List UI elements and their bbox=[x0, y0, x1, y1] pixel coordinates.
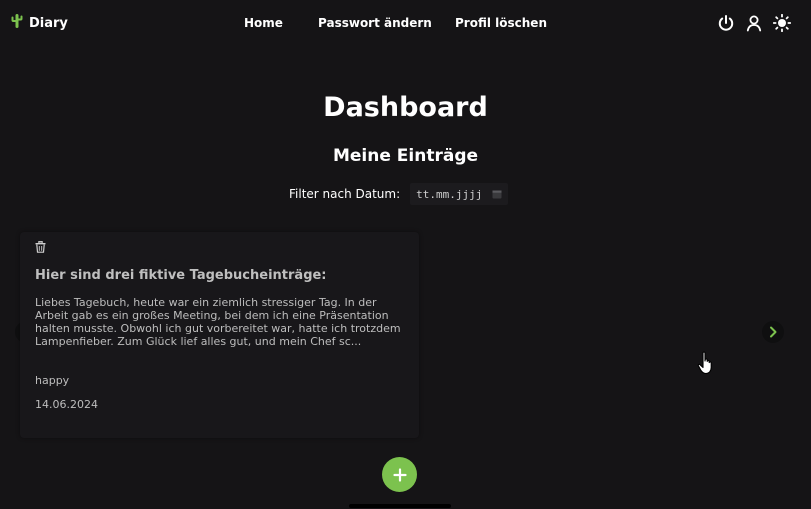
hand-cursor-icon bbox=[697, 351, 715, 379]
filter-label: Filter nach Datum: bbox=[289, 187, 401, 201]
date-filter-input[interactable]: tt.mm.jjjj bbox=[410, 183, 509, 205]
entry-card[interactable]: Hier sind drei fiktive Tagebucheinträge:… bbox=[20, 232, 419, 438]
carousel-next-button[interactable] bbox=[762, 321, 784, 343]
nav-home[interactable]: Home bbox=[244, 16, 283, 30]
nav-icon-group bbox=[717, 14, 791, 32]
brand-link[interactable]: Diary bbox=[10, 13, 68, 33]
power-icon[interactable] bbox=[717, 14, 735, 32]
trash-icon[interactable] bbox=[35, 241, 46, 253]
section-title: Meine Einträge bbox=[332, 146, 479, 166]
sun-icon[interactable] bbox=[773, 14, 791, 32]
calendar-icon[interactable] bbox=[492, 189, 502, 199]
add-entry-button[interactable] bbox=[382, 457, 417, 492]
plus-icon bbox=[392, 467, 407, 482]
brand-label: Diary bbox=[29, 15, 68, 31]
entry-mood: happy bbox=[35, 374, 70, 387]
cactus-icon bbox=[10, 13, 24, 33]
entry-date: 14.06.2024 bbox=[35, 398, 98, 411]
nav-change-password[interactable]: Passwort ändern bbox=[318, 16, 432, 30]
entry-body: Liebes Tagebuch, heute war ein ziemlich … bbox=[35, 296, 401, 348]
chevron-right-icon bbox=[768, 326, 778, 338]
entry-title: Hier sind drei fiktive Tagebucheinträge: bbox=[35, 268, 327, 283]
nav-delete-profile[interactable]: Profil löschen bbox=[455, 16, 547, 30]
scroll-indicator bbox=[349, 504, 451, 508]
navbar: Diary Home Passwort ändern Profil lösche… bbox=[0, 0, 811, 48]
page-title: Dashboard bbox=[323, 92, 488, 123]
user-icon[interactable] bbox=[745, 14, 763, 32]
date-filter: Filter nach Datum: tt.mm.jjjj bbox=[289, 183, 509, 205]
date-placeholder: tt.mm.jjjj bbox=[416, 187, 483, 201]
